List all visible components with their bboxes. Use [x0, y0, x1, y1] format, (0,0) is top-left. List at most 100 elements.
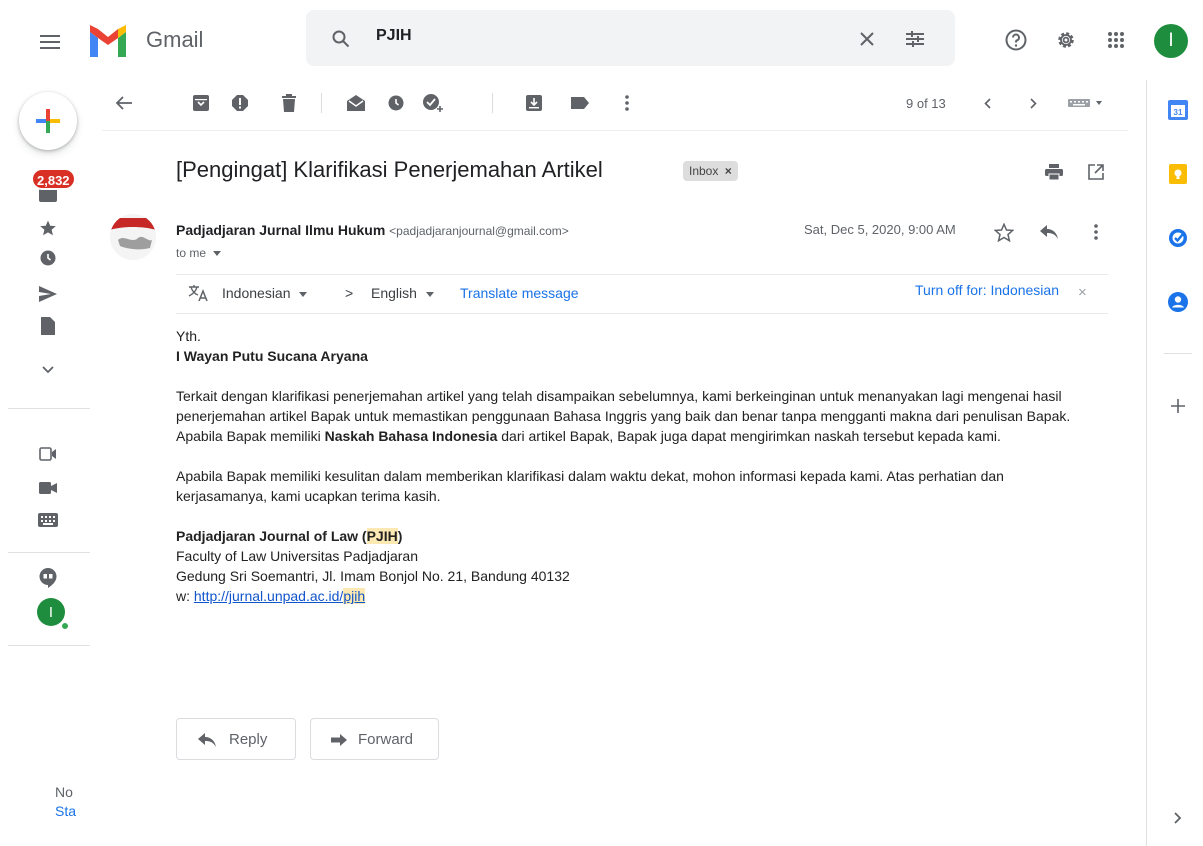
- settings-gear-icon[interactable]: [1053, 27, 1079, 53]
- print-icon[interactable]: [1042, 160, 1066, 184]
- nav-divider: [8, 645, 90, 646]
- tasks-icon[interactable]: [1164, 224, 1192, 252]
- search-highlight: PJIH: [366, 528, 398, 544]
- main-menu-icon[interactable]: [38, 30, 62, 54]
- reply-button-icon: [198, 733, 216, 747]
- join-meeting-icon[interactable]: [34, 474, 62, 502]
- svg-text:31: 31: [1174, 108, 1183, 117]
- message-more-icon[interactable]: [1084, 220, 1108, 244]
- label-tag-icon[interactable]: [567, 90, 593, 116]
- sender-line: Padjadjaran Jurnal Ilmu Hukum <padjadjar…: [176, 222, 569, 238]
- calendar-icon[interactable]: 31: [1164, 96, 1192, 124]
- email-body: Yth. I Wayan Putu Sucana Aryana Terkait …: [176, 326, 1086, 606]
- forward-button[interactable]: Forward: [310, 718, 439, 760]
- greeting: Yth.: [176, 328, 201, 344]
- sent-icon[interactable]: [34, 280, 62, 308]
- dismiss-translate-bar-icon[interactable]: ×: [1078, 284, 1087, 301]
- move-to-icon[interactable]: [521, 90, 547, 116]
- recipient-dropdown-icon[interactable]: [213, 251, 222, 257]
- journal-website-link[interactable]: http://jurnal.unpad.ac.id/pjih: [194, 588, 366, 604]
- target-language-label: English: [371, 285, 417, 301]
- older-chevron-icon[interactable]: [1022, 92, 1044, 114]
- hangouts-footer-link[interactable]: Sta: [55, 803, 76, 819]
- gmail-logo-icon[interactable]: [86, 24, 130, 58]
- paragraph-1-text-end: dari artikel Bapak, Bapak juga dapat men…: [497, 428, 1001, 444]
- search-highlight-link: pjih: [343, 588, 366, 604]
- signature-name-close: ): [397, 528, 403, 544]
- keyboard-icon[interactable]: [34, 506, 62, 534]
- hangouts-icon[interactable]: [34, 564, 62, 592]
- add-addon-plus-icon[interactable]: [1164, 392, 1192, 420]
- signature-name: Padjadjaran Journal of Law (PJIH): [176, 526, 1086, 546]
- search-input[interactable]: PJIH: [376, 27, 412, 45]
- side-panel-separator: [1164, 353, 1192, 354]
- back-arrow-icon[interactable]: [110, 90, 138, 116]
- recipient-name: I Wayan Putu Sucana Aryana: [176, 348, 368, 364]
- sender-name[interactable]: Padjadjaran Jurnal Ilmu Hukum: [176, 222, 385, 238]
- contacts-icon[interactable]: [1164, 288, 1192, 316]
- newer-chevron-icon[interactable]: [976, 92, 998, 114]
- source-language-select[interactable]: Indonesian: [222, 285, 308, 301]
- star-outline-icon[interactable]: [992, 220, 1016, 244]
- starred-icon[interactable]: [34, 214, 62, 242]
- apps-grid-icon[interactable]: [1103, 27, 1129, 53]
- delete-trash-icon[interactable]: [276, 90, 302, 116]
- inbox-label-chip[interactable]: Inbox ×: [683, 161, 738, 181]
- add-to-tasks-icon[interactable]: [420, 90, 446, 116]
- nav-divider: [8, 408, 90, 409]
- forward-button-label: Forward: [358, 731, 414, 748]
- nav-divider: [8, 552, 90, 553]
- compose-button[interactable]: [19, 92, 77, 150]
- report-spam-icon[interactable]: [227, 90, 253, 116]
- target-language-dropdown-icon[interactable]: [425, 291, 434, 297]
- inbox-label-text: Inbox: [689, 164, 719, 178]
- signature-name-text: Padjadjaran Journal of Law (: [176, 528, 367, 544]
- source-language-dropdown-icon[interactable]: [299, 291, 308, 297]
- pagination-count: 9 of 13: [906, 96, 946, 111]
- target-language-select[interactable]: English: [371, 285, 434, 301]
- snooze-clock-icon[interactable]: [383, 90, 409, 116]
- message-date: Sat, Dec 5, 2020, 9:00 AM: [804, 222, 956, 237]
- expand-more-icon[interactable]: [34, 356, 62, 384]
- input-tools-keyboard-icon[interactable]: [1066, 92, 1106, 114]
- source-language-label: Indonesian: [222, 285, 291, 301]
- sender-avatar[interactable]: [110, 214, 156, 260]
- remove-label-icon[interactable]: ×: [725, 164, 732, 178]
- hangouts-footer-text: No: [55, 784, 73, 800]
- turn-off-translation-link[interactable]: Turn off for: Indonesian: [915, 282, 1059, 298]
- paragraph-1-bold: Naskah Bahasa Indonesia: [324, 428, 498, 444]
- reply-button[interactable]: Reply: [176, 718, 296, 760]
- search-options-icon[interactable]: [903, 27, 927, 51]
- top-bar: Gmail PJIH I: [0, 0, 1203, 80]
- translate-icon: [186, 282, 210, 304]
- online-status-dot: [60, 621, 70, 631]
- reply-icon[interactable]: [1037, 220, 1061, 244]
- search-icon[interactable]: [330, 28, 352, 50]
- drafts-icon[interactable]: [34, 312, 62, 340]
- body-paragraph-1: Terkait dengan klarifikasi penerjemahan …: [176, 386, 1086, 446]
- search-bar[interactable]: PJIH: [306, 10, 955, 66]
- recipient-details-toggle[interactable]: to me: [176, 246, 222, 260]
- toolbar-divider: [492, 93, 493, 113]
- unread-count-badge: 2,832: [31, 168, 76, 190]
- help-icon[interactable]: [1003, 27, 1029, 53]
- email-subject: [Pengingat] Klarifikasi Penerjemahan Art…: [176, 157, 603, 182]
- new-meeting-icon[interactable]: [34, 440, 62, 468]
- account-avatar[interactable]: I: [1154, 24, 1188, 58]
- archive-icon[interactable]: [188, 90, 214, 116]
- snoozed-clock-icon[interactable]: [34, 244, 62, 272]
- signature-faculty: Faculty of Law Universitas Padjadjaran: [176, 548, 419, 564]
- reply-button-label: Reply: [229, 731, 268, 748]
- toolbar-bottom-border: [102, 130, 1128, 131]
- mark-unread-icon[interactable]: [343, 90, 369, 116]
- clear-search-icon[interactable]: [856, 28, 878, 50]
- translate-message-link[interactable]: Translate message: [460, 285, 579, 301]
- keep-icon[interactable]: [1164, 160, 1192, 188]
- open-in-new-window-icon[interactable]: [1084, 160, 1108, 184]
- more-options-icon[interactable]: [614, 90, 640, 116]
- show-side-panel-chevron-icon[interactable]: [1166, 806, 1190, 830]
- sender-email: <padjadjaranjournal@gmail.com>: [389, 224, 569, 238]
- signature-website-prefix: w:: [176, 588, 194, 604]
- translate-bar-top-border: [176, 274, 1108, 275]
- language-arrow: >: [345, 285, 354, 301]
